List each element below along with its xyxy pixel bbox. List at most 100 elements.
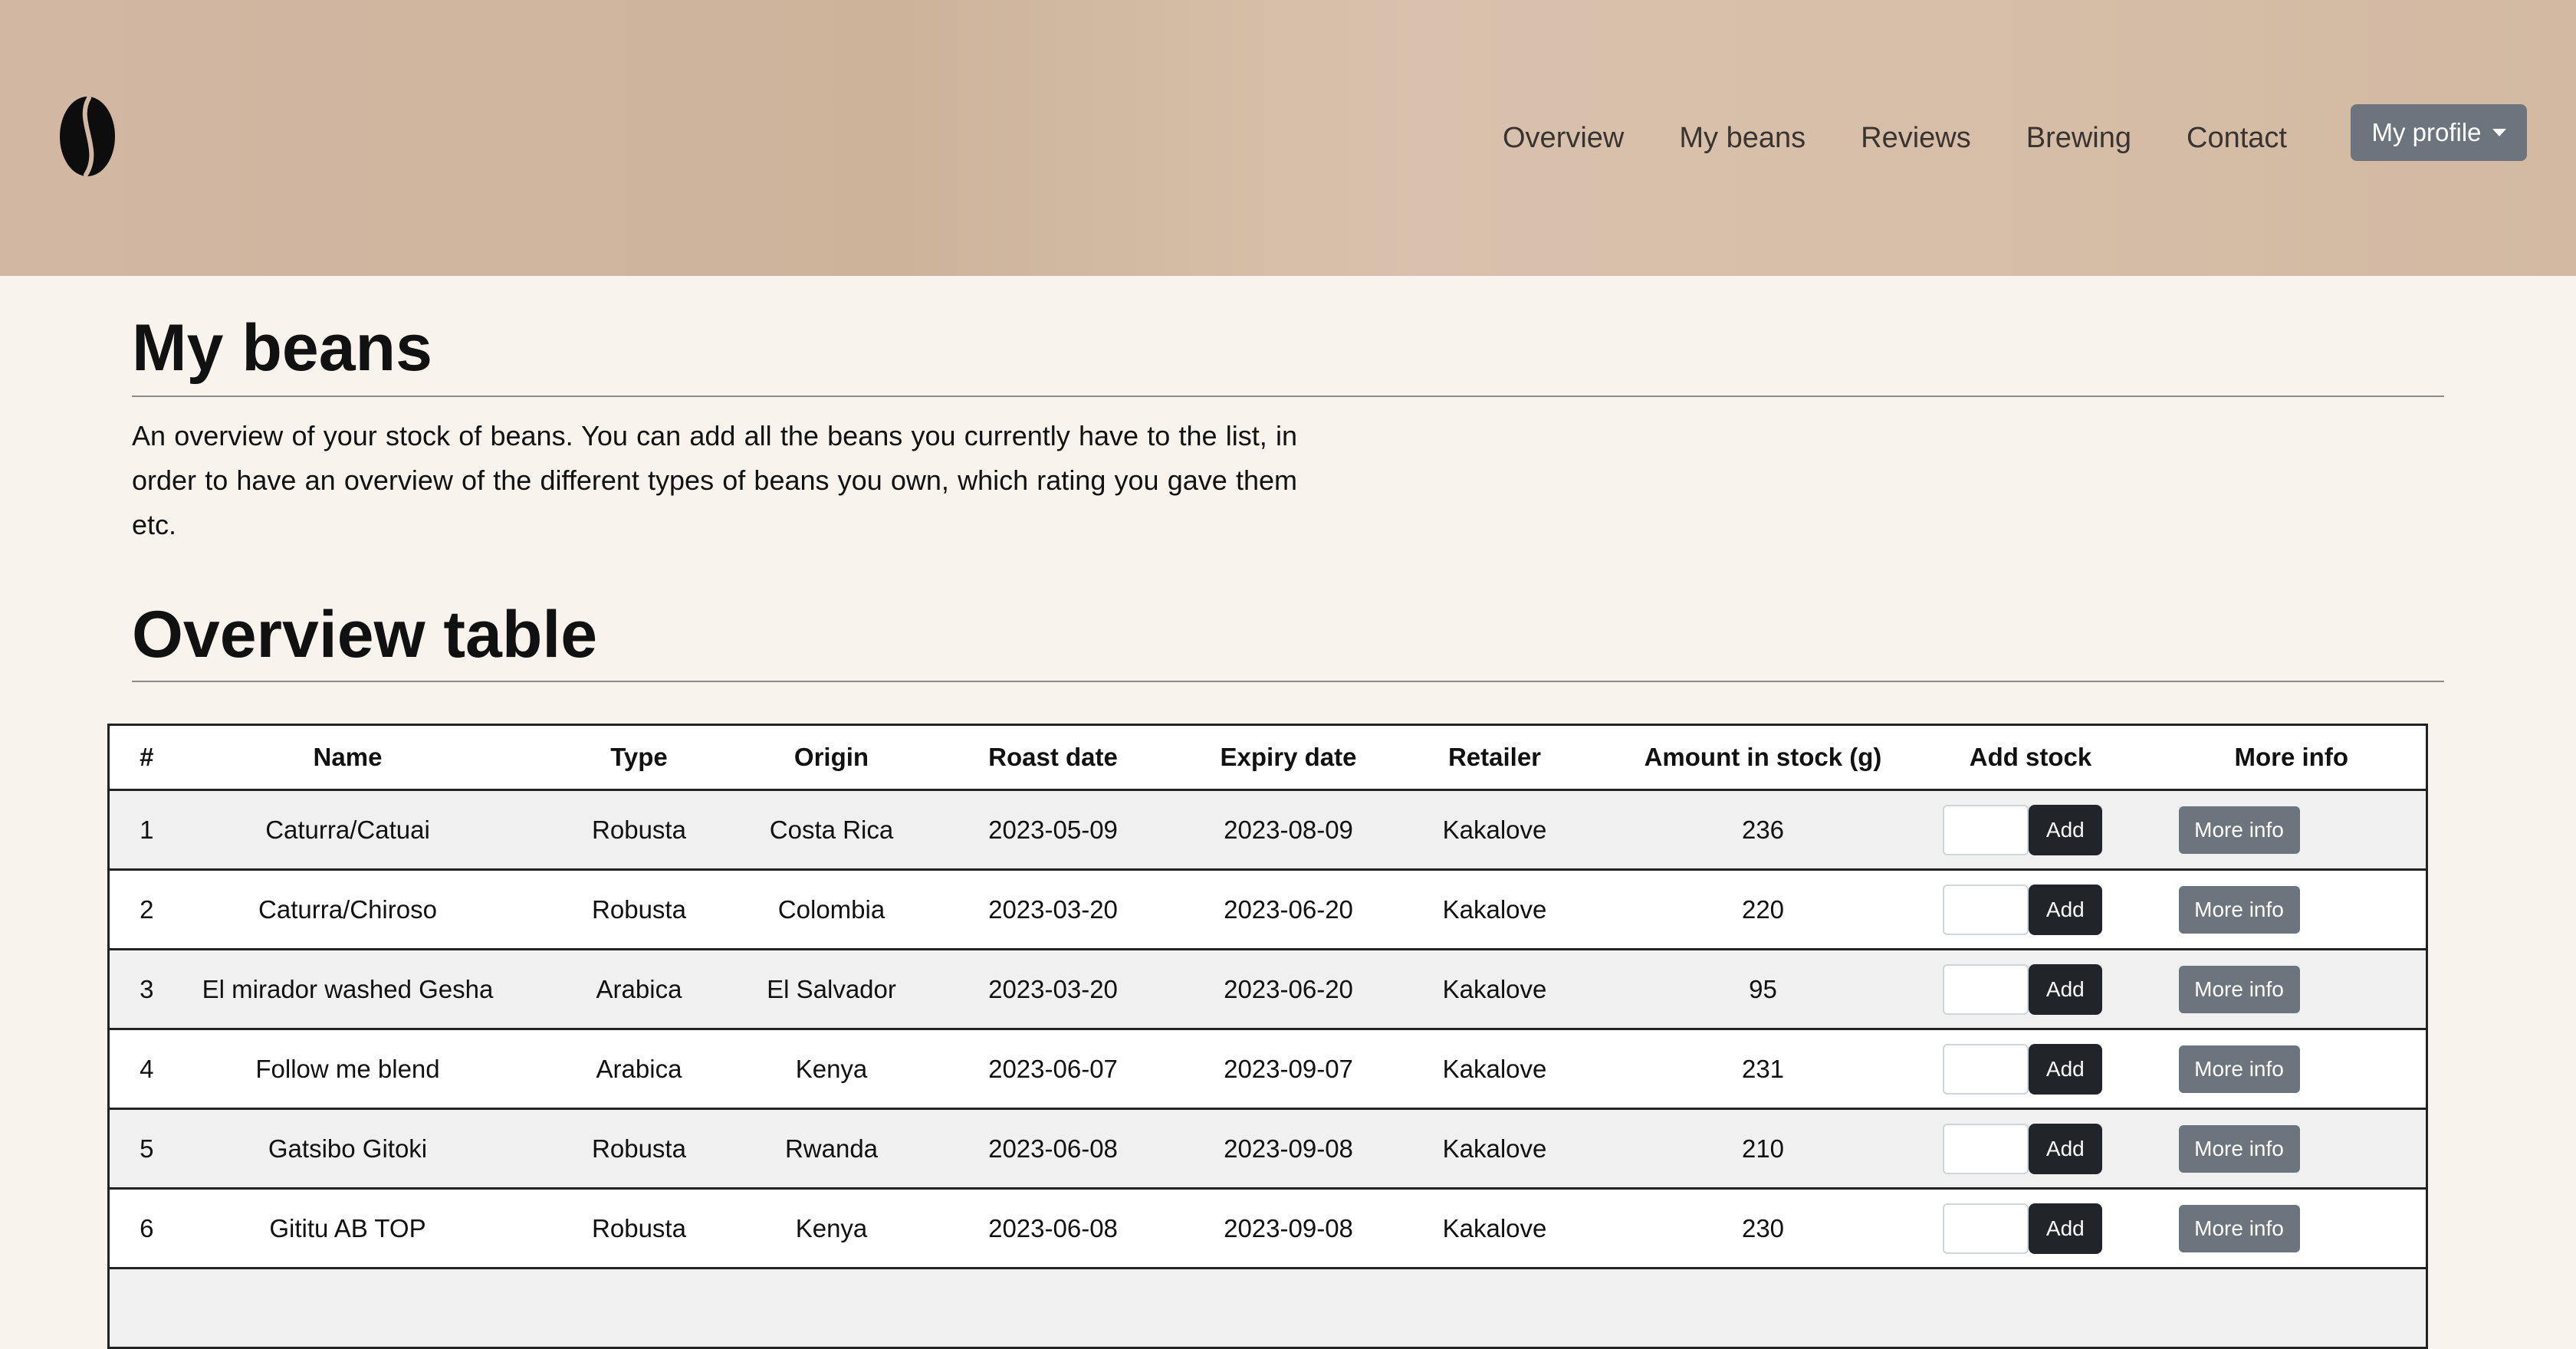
more-info-button[interactable]: More info bbox=[2178, 1204, 2300, 1252]
add-stock-button[interactable]: Add bbox=[2029, 1203, 2102, 1254]
stock-amount-input[interactable] bbox=[1942, 963, 2029, 1015]
add-stock-cell: Add bbox=[1904, 789, 2157, 871]
title-divider bbox=[132, 396, 2444, 397]
add-stock-cell: Add bbox=[1904, 1029, 2157, 1110]
table-row: 5 Gatsibo Gitoki Robusta Rwanda 2023-06-08 20… bbox=[107, 1108, 2428, 1190]
table-body: 1 Caturra/Catuai Robusta Costa Rica 2023-05-… bbox=[107, 789, 2428, 1349]
expiry-date bbox=[1209, 1268, 1368, 1349]
bean-name: Gatsibo Gitoki bbox=[183, 1108, 512, 1190]
more-info-cell: More info bbox=[2157, 1029, 2428, 1110]
retailer bbox=[1367, 1268, 1622, 1349]
add-stock-cell: Add bbox=[1904, 1188, 2157, 1269]
more-info-cell: More info bbox=[2157, 869, 2428, 950]
nav-reviews[interactable]: Reviews bbox=[1861, 115, 1971, 161]
more-info-cell: More info bbox=[2157, 1188, 2428, 1269]
col-header-amount: Amount in stock (g) bbox=[1622, 724, 1904, 791]
more-info-cell bbox=[2157, 1268, 2428, 1349]
col-header-name: Name bbox=[183, 724, 512, 791]
bean-name: Caturra/Catuai bbox=[183, 789, 512, 871]
add-stock-button[interactable]: Add bbox=[2029, 1043, 2102, 1095]
stock-amount-input[interactable] bbox=[1942, 804, 2029, 855]
table-row: 3 El mirador washed Gesha Arabica El Salvad… bbox=[107, 949, 2428, 1030]
more-info-button[interactable]: More info bbox=[2178, 885, 2300, 934]
bean-origin: Costa Rica bbox=[766, 789, 897, 871]
expiry-date: 2023-09-07 bbox=[1209, 1029, 1368, 1110]
bean-name: El mirador washed Gesha bbox=[183, 949, 512, 1030]
more-info-button[interactable]: More info bbox=[2178, 806, 2300, 854]
bean-origin bbox=[766, 1268, 897, 1349]
bean-origin: Rwanda bbox=[766, 1108, 897, 1190]
add-stock-controls: Add bbox=[1904, 963, 2157, 1015]
add-stock-cell: Add bbox=[1904, 949, 2157, 1030]
bean-type: Robusta bbox=[511, 789, 767, 871]
table-row: 6 Gititu AB TOP Robusta Kenya 2023-06-08 2023… bbox=[107, 1188, 2428, 1269]
nav-contact[interactable]: Contact bbox=[2187, 115, 2287, 161]
more-info-button[interactable]: More info bbox=[2178, 1124, 2300, 1173]
roast-date: 2023-06-08 bbox=[896, 1108, 1210, 1190]
roast-date: 2023-03-20 bbox=[896, 949, 1210, 1030]
site-header: Overview My beans Reviews Brewing Contac… bbox=[0, 0, 2576, 276]
expiry-date: 2023-06-20 bbox=[1209, 869, 1368, 950]
bean-type: Robusta bbox=[511, 1108, 767, 1190]
add-stock-cell: Add bbox=[1904, 1108, 2157, 1190]
stock-amount-input[interactable] bbox=[1942, 1043, 2029, 1095]
row-number: 2 bbox=[107, 869, 184, 950]
section-title: Overview table bbox=[132, 598, 598, 671]
nav-brewing[interactable]: Brewing bbox=[2026, 115, 2131, 161]
beans-table-wrapper: # Name Type Origin Roast date Expiry dat… bbox=[107, 724, 2428, 1349]
more-info-button[interactable]: More info bbox=[2178, 965, 2300, 1013]
my-profile-label: My profile bbox=[2371, 118, 2482, 146]
add-stock-button[interactable]: Add bbox=[2029, 1123, 2102, 1174]
my-profile-dropdown-button[interactable]: My profile bbox=[2351, 104, 2527, 161]
table-row: 4 Follow me blend Arabica Kenya 2023-06-07 20… bbox=[107, 1029, 2428, 1110]
nav-my-beans[interactable]: My beans bbox=[1679, 115, 1806, 161]
add-stock-controls: Add bbox=[1904, 1203, 2157, 1254]
row-number bbox=[107, 1268, 184, 1349]
bean-type: Arabica bbox=[511, 949, 767, 1030]
stock-amount-input[interactable] bbox=[1942, 1203, 2029, 1254]
col-header-roast-date: Roast date bbox=[896, 724, 1210, 791]
bean-type: Robusta bbox=[511, 1188, 767, 1269]
bean-type bbox=[511, 1268, 767, 1349]
retailer: Kakalove bbox=[1367, 1029, 1622, 1110]
add-stock-controls: Add bbox=[1904, 884, 2157, 935]
more-info-cell: More info bbox=[2157, 789, 2428, 871]
add-stock-cell bbox=[1904, 1268, 2157, 1349]
expiry-date: 2023-09-08 bbox=[1209, 1108, 1368, 1190]
bean-origin: El Salvador bbox=[766, 949, 897, 1030]
col-header-more-info: More info bbox=[2157, 724, 2428, 791]
roast-date: 2023-03-20 bbox=[896, 869, 1210, 950]
row-number: 3 bbox=[107, 949, 184, 1030]
row-number: 5 bbox=[107, 1108, 184, 1190]
more-info-cell: More info bbox=[2157, 949, 2428, 1030]
roast-date: 2023-06-07 bbox=[896, 1029, 1210, 1110]
table-header-row: # Name Type Origin Roast date Expiry dat… bbox=[107, 724, 2428, 791]
expiry-date: 2023-09-08 bbox=[1209, 1188, 1368, 1269]
col-header-retailer: Retailer bbox=[1367, 724, 1622, 791]
stock-amount-input[interactable] bbox=[1942, 884, 2029, 935]
retailer: Kakalove bbox=[1367, 789, 1622, 871]
add-stock-controls: Add bbox=[1904, 804, 2157, 855]
bean-name: Follow me blend bbox=[183, 1029, 512, 1110]
col-header-add-stock: Add stock bbox=[1904, 724, 2157, 791]
add-stock-button[interactable]: Add bbox=[2029, 884, 2102, 935]
add-stock-button[interactable]: Add bbox=[2029, 963, 2102, 1015]
add-stock-button[interactable]: Add bbox=[2029, 804, 2102, 855]
amount-in-stock: 236 bbox=[1622, 789, 1904, 871]
roast-date: 2023-05-09 bbox=[896, 789, 1210, 871]
row-number: 4 bbox=[107, 1029, 184, 1110]
col-header-type: Type bbox=[511, 724, 767, 791]
expiry-date: 2023-08-09 bbox=[1209, 789, 1368, 871]
nav-overview[interactable]: Overview bbox=[1503, 115, 1624, 161]
stock-amount-input[interactable] bbox=[1942, 1123, 2029, 1174]
add-stock-controls: Add bbox=[1904, 1123, 2157, 1174]
bean-name bbox=[183, 1268, 512, 1349]
more-info-button[interactable]: More info bbox=[2178, 1045, 2300, 1093]
bean-origin: Kenya bbox=[766, 1029, 897, 1110]
bean-origin: Colombia bbox=[766, 869, 897, 950]
amount-in-stock bbox=[1622, 1268, 1904, 1349]
table-row: 2 Caturra/Chiroso Robusta Colombia 2023-03-2… bbox=[107, 869, 2428, 950]
section-divider bbox=[132, 681, 2444, 682]
coffee-bean-icon[interactable] bbox=[58, 95, 117, 178]
amount-in-stock: 95 bbox=[1622, 949, 1904, 1030]
